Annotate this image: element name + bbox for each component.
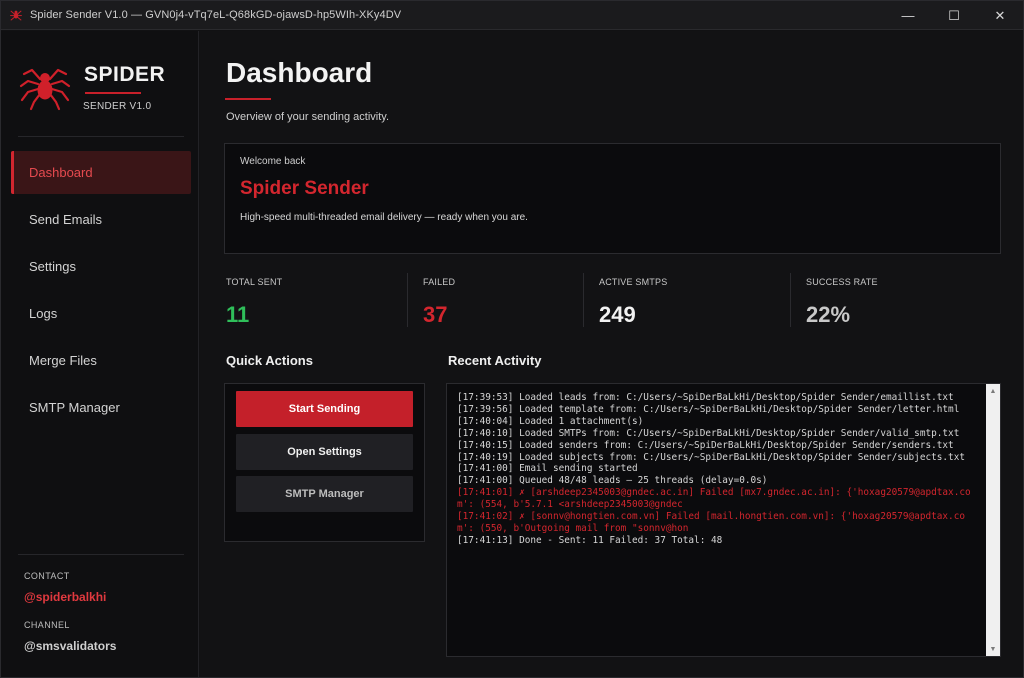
spider-icon	[10, 10, 22, 21]
close-button[interactable]: ✕	[977, 1, 1023, 30]
stat-divider	[407, 273, 408, 327]
start-sending-button[interactable]: Start Sending	[236, 391, 413, 427]
stat-label: ACTIVE SMTPS	[599, 277, 668, 287]
stat-total-sent: TOTAL SENT 11	[226, 271, 282, 329]
sidebar-item-label: Settings	[29, 259, 76, 274]
sidebar-divider	[18, 554, 184, 555]
stat-active-smtps: ACTIVE SMTPS 249	[599, 271, 667, 329]
sidebar-item-smtp-manager[interactable]: SMTP Manager	[11, 386, 191, 429]
welcome-card: Welcome back Spider Sender High-speed mu…	[224, 143, 1001, 254]
log-line: [17:39:56] Loaded template from: C:/User…	[457, 403, 960, 415]
channel-label: CHANNEL	[24, 620, 70, 630]
brand-version: SENDER V1.0	[83, 101, 152, 112]
sidebar-item-merge-files[interactable]: Merge Files	[11, 339, 191, 382]
stat-label: TOTAL SENT	[226, 277, 283, 287]
window-controls: — ☐ ✕	[885, 1, 1023, 30]
sidebar-item-send-emails[interactable]: Send Emails	[11, 198, 191, 241]
sidebar-item-label: Dashboard	[29, 165, 93, 180]
sidebar-item-dashboard[interactable]: Dashboard	[11, 151, 191, 194]
stat-label: FAILED	[423, 277, 456, 287]
brand-underline	[85, 92, 141, 94]
activity-log[interactable]: [17:39:53] Loaded leads from: C:/Users/~…	[446, 383, 1001, 657]
open-settings-button[interactable]: Open Settings	[236, 434, 413, 470]
title-bar: Spider Sender V1.0 — GVN0j4-vTq7eL-Q68kG…	[1, 1, 1023, 30]
sidebar-divider	[18, 136, 184, 137]
window-title: Spider Sender V1.0 — GVN0j4-vTq7eL-Q68kG…	[30, 9, 402, 21]
sidebar-item-logs[interactable]: Logs	[11, 292, 191, 335]
main-content: Dashboard Overview of your sending activ…	[200, 31, 1023, 677]
quick-actions-panel: Start Sending Open Settings SMTP Manager	[224, 383, 425, 542]
stat-failed: FAILED 37	[423, 271, 455, 329]
stat-value: 11	[226, 302, 250, 327]
log-scrollbar[interactable]: ▲ ▼	[986, 384, 1000, 656]
recent-activity-title: Recent Activity	[448, 353, 542, 368]
page-title: Dashboard	[226, 57, 373, 88]
maximize-button[interactable]: ☐	[931, 1, 977, 30]
sidebar-nav: Dashboard Send Emails Settings Logs Merg…	[11, 151, 191, 433]
welcome-greeting: Welcome back	[240, 156, 306, 167]
minimize-button[interactable]: —	[885, 1, 931, 30]
log-line: [17:41:00] Queued 48/48 leads — 25 threa…	[457, 475, 768, 487]
sidebar-item-label: Logs	[29, 306, 58, 321]
stat-value: 22%	[806, 302, 851, 327]
stat-value: 37	[423, 302, 448, 327]
welcome-description: High-speed multi-threaded email delivery…	[240, 212, 528, 223]
stat-label: SUCCESS RATE	[806, 277, 878, 287]
sidebar-item-settings[interactable]: Settings	[11, 245, 191, 288]
page-subtitle: Overview of your sending activity.	[226, 111, 390, 123]
title-underline	[225, 98, 271, 100]
stat-value: 249	[599, 302, 636, 327]
sidebar-item-label: Send Emails	[29, 212, 102, 227]
activity-log-content: [17:39:53] Loaded leads from: C:/Users/~…	[457, 392, 979, 654]
contact-label: CONTACT	[24, 571, 70, 581]
log-line: [17:41:02] ✗ [sonnv@hongtien.com.vn] Fai…	[457, 511, 965, 534]
stats-row: TOTAL SENT 11 FAILED 37 ACTIVE SMTPS 249…	[200, 271, 1023, 331]
spider-logo-icon	[19, 68, 71, 111]
stat-divider	[790, 273, 791, 327]
sidebar-item-label: SMTP Manager	[29, 400, 120, 415]
sidebar: SPIDER SENDER V1.0 Dashboard Send Emails…	[1, 31, 199, 677]
brand-name: SPIDER	[84, 63, 166, 86]
contact-section: CONTACT @spiderbalkhi CHANNEL @smsvalida…	[24, 571, 116, 669]
contact-handle[interactable]: @spiderbalkhi	[24, 590, 116, 604]
channel-handle[interactable]: @smsvalidators	[24, 639, 116, 653]
log-line: [17:41:01] ✗ [arshdeep2345003@gndec.ac.i…	[457, 487, 971, 511]
log-line: [17:41:13] Done - Sent: 11 Failed: 37 To…	[457, 534, 723, 546]
stat-success-rate: SUCCESS RATE 22%	[806, 271, 878, 329]
stat-divider	[583, 273, 584, 327]
log-line: [17:40:04] Loaded 1 attachment(s)	[457, 415, 644, 427]
scroll-down-icon[interactable]: ▼	[986, 642, 1000, 656]
smtp-manager-button[interactable]: SMTP Manager	[236, 476, 413, 512]
log-line: [17:40:10] Loaded SMTPs from: C:/Users/~…	[457, 427, 960, 439]
sidebar-item-label: Merge Files	[29, 353, 97, 368]
scroll-up-icon[interactable]: ▲	[986, 384, 1000, 398]
log-line: [17:39:53] Loaded leads from: C:/Users/~…	[457, 392, 954, 403]
log-line: [17:41:00] Email sending started	[457, 463, 638, 475]
log-line: [17:40:15] Loaded senders from: C:/Users…	[457, 439, 954, 451]
quick-actions-title: Quick Actions	[226, 353, 313, 368]
log-line: [17:40:19] Loaded subjects from: C:/User…	[457, 451, 965, 463]
app-window: Spider Sender V1.0 — GVN0j4-vTq7eL-Q68kG…	[0, 0, 1024, 678]
welcome-name: Spider Sender	[240, 178, 369, 199]
